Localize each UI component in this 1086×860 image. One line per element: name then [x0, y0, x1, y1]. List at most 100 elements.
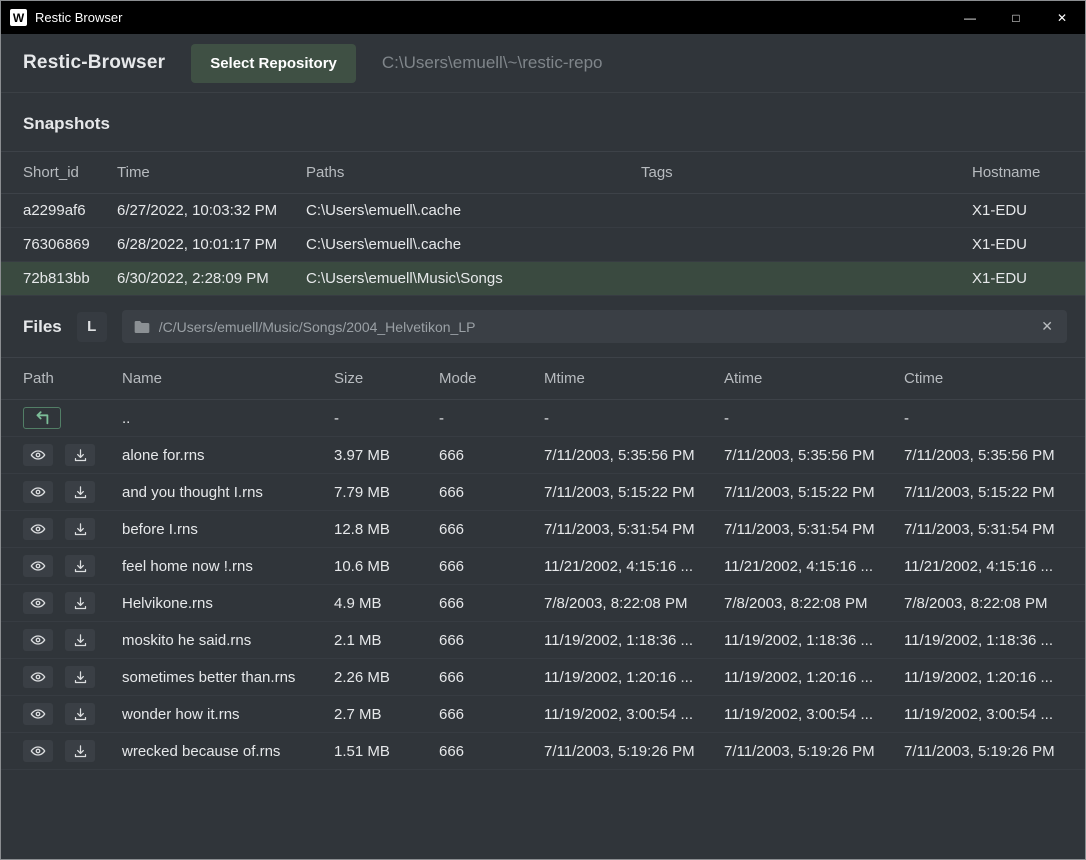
file-atime: 7/11/2003, 5:35:56 PM: [724, 447, 904, 464]
file-atime: 11/19/2002, 1:18:36 ...: [724, 632, 904, 649]
eye-icon: [30, 706, 46, 722]
file-size: 3.97 MB: [334, 447, 439, 464]
preview-file-button[interactable]: [23, 629, 53, 651]
file-mode: 666: [439, 743, 544, 760]
folder-icon: [134, 320, 150, 334]
download-file-button[interactable]: [65, 629, 95, 651]
maximize-button[interactable]: □: [993, 1, 1039, 34]
file-name: moskito he said.rns: [122, 632, 334, 649]
file-mode: 666: [439, 669, 544, 686]
download-file-button[interactable]: [65, 703, 95, 725]
snapshot-row[interactable]: 72b813bb 6/30/2022, 2:28:09 PM C:\Users\…: [1, 262, 1085, 296]
file-size: 10.6 MB: [334, 558, 439, 575]
file-mtime: 11/19/2002, 1:18:36 ...: [544, 632, 724, 649]
window-controls: — □ ✕: [947, 1, 1085, 34]
parent-dir-name: ..: [122, 410, 334, 427]
files-bar: Files L /C/Users/emuell/Music/Songs/2004…: [1, 296, 1085, 357]
download-icon: [73, 485, 88, 500]
preview-file-button[interactable]: [23, 518, 53, 540]
file-atime: 11/21/2002, 4:15:16 ...: [724, 558, 904, 575]
file-mtime: 7/11/2003, 5:15:22 PM: [544, 484, 724, 501]
parent-dir-mode: -: [439, 410, 544, 427]
preview-file-button[interactable]: [23, 703, 53, 725]
col-path: Path: [23, 370, 122, 387]
download-icon: [73, 744, 88, 759]
minimize-button[interactable]: —: [947, 1, 993, 34]
download-file-button[interactable]: [65, 592, 95, 614]
file-size: 1.51 MB: [334, 743, 439, 760]
file-mode: 666: [439, 632, 544, 649]
file-mode: 666: [439, 558, 544, 575]
snapshot-time: 6/27/2022, 10:03:32 PM: [117, 202, 306, 219]
file-name: before I.rns: [122, 521, 334, 538]
file-actions: [23, 518, 122, 540]
window-title: Restic Browser: [35, 10, 122, 25]
eye-icon: [30, 447, 46, 463]
download-file-button[interactable]: [65, 666, 95, 688]
col-atime: Atime: [724, 370, 904, 387]
file-size: 2.7 MB: [334, 706, 439, 723]
file-ctime: 11/19/2002, 3:00:54 ...: [904, 706, 1063, 723]
download-file-button[interactable]: [65, 555, 95, 577]
files-heading: Files: [23, 317, 62, 337]
app-title: Restic-Browser: [23, 52, 165, 74]
clear-path-button[interactable]: ✕: [1039, 318, 1055, 335]
file-mode: 666: [439, 706, 544, 723]
file-mode: 666: [439, 521, 544, 538]
col-mtime: Mtime: [544, 370, 724, 387]
preview-file-button[interactable]: [23, 481, 53, 503]
app-header: Restic-Browser Select Repository C:\User…: [1, 34, 1085, 93]
snapshot-paths: C:\Users\emuell\.cache: [306, 202, 641, 219]
file-name: sometimes better than.rns: [122, 669, 334, 686]
col-short-id: Short_id: [23, 164, 117, 181]
file-size: 2.1 MB: [334, 632, 439, 649]
preview-file-button[interactable]: [23, 666, 53, 688]
close-button[interactable]: ✕: [1039, 1, 1085, 34]
select-repository-button[interactable]: Select Repository: [191, 44, 356, 83]
file-row: Helvikone.rns 4.9 MB 666 7/8/2003, 8:22:…: [1, 585, 1085, 622]
preview-file-button[interactable]: [23, 555, 53, 577]
app-window: W Restic Browser — □ ✕ Restic-Browser Se…: [0, 0, 1086, 860]
preview-file-button[interactable]: [23, 444, 53, 466]
parent-dir-atime: -: [724, 410, 904, 427]
file-actions: [23, 555, 122, 577]
col-time: Time: [117, 164, 306, 181]
root-button[interactable]: L: [77, 312, 107, 342]
eye-icon: [30, 595, 46, 611]
file-row: moskito he said.rns 2.1 MB 666 11/19/200…: [1, 622, 1085, 659]
file-mode: 666: [439, 595, 544, 612]
snapshot-paths: C:\Users\emuell\Music\Songs: [306, 270, 641, 287]
preview-file-button[interactable]: [23, 592, 53, 614]
col-tags: Tags: [641, 164, 972, 181]
file-atime: 11/19/2002, 1:20:16 ...: [724, 669, 904, 686]
file-atime: 7/11/2003, 5:19:26 PM: [724, 743, 904, 760]
files-table-header: Path Name Size Mode Mtime Atime Ctime: [1, 357, 1085, 400]
file-row: before I.rns 12.8 MB 666 7/11/2003, 5:31…: [1, 511, 1085, 548]
eye-icon: [30, 521, 46, 537]
download-icon: [73, 707, 88, 722]
col-name: Name: [122, 370, 334, 387]
col-mode: Mode: [439, 370, 544, 387]
snapshots-heading: Snapshots: [1, 93, 1085, 151]
download-file-button[interactable]: [65, 481, 95, 503]
snapshot-row[interactable]: a2299af6 6/27/2022, 10:03:32 PM C:\Users…: [1, 194, 1085, 228]
download-file-button[interactable]: [65, 444, 95, 466]
col-hostname: Hostname: [972, 164, 1063, 181]
file-mtime: 7/8/2003, 8:22:08 PM: [544, 595, 724, 612]
up-directory-button[interactable]: [23, 407, 61, 429]
col-ctime: Ctime: [904, 370, 1063, 387]
download-file-button[interactable]: [65, 518, 95, 540]
file-mtime: 7/11/2003, 5:19:26 PM: [544, 743, 724, 760]
path-box[interactable]: /C/Users/emuell/Music/Songs/2004_Helveti…: [122, 310, 1067, 343]
repository-path: C:\Users\emuell\~\restic-repo: [382, 53, 603, 73]
file-actions: [23, 740, 122, 762]
eye-icon: [30, 669, 46, 685]
snapshots-table-header: Short_id Time Paths Tags Hostname: [1, 151, 1085, 194]
file-atime: 11/19/2002, 3:00:54 ...: [724, 706, 904, 723]
preview-file-button[interactable]: [23, 740, 53, 762]
file-mtime: 7/11/2003, 5:35:56 PM: [544, 447, 724, 464]
download-file-button[interactable]: [65, 740, 95, 762]
snapshot-row[interactable]: 76306869 6/28/2022, 10:01:17 PM C:\Users…: [1, 228, 1085, 262]
file-actions: [23, 666, 122, 688]
snapshot-short-id: 76306869: [23, 236, 117, 253]
